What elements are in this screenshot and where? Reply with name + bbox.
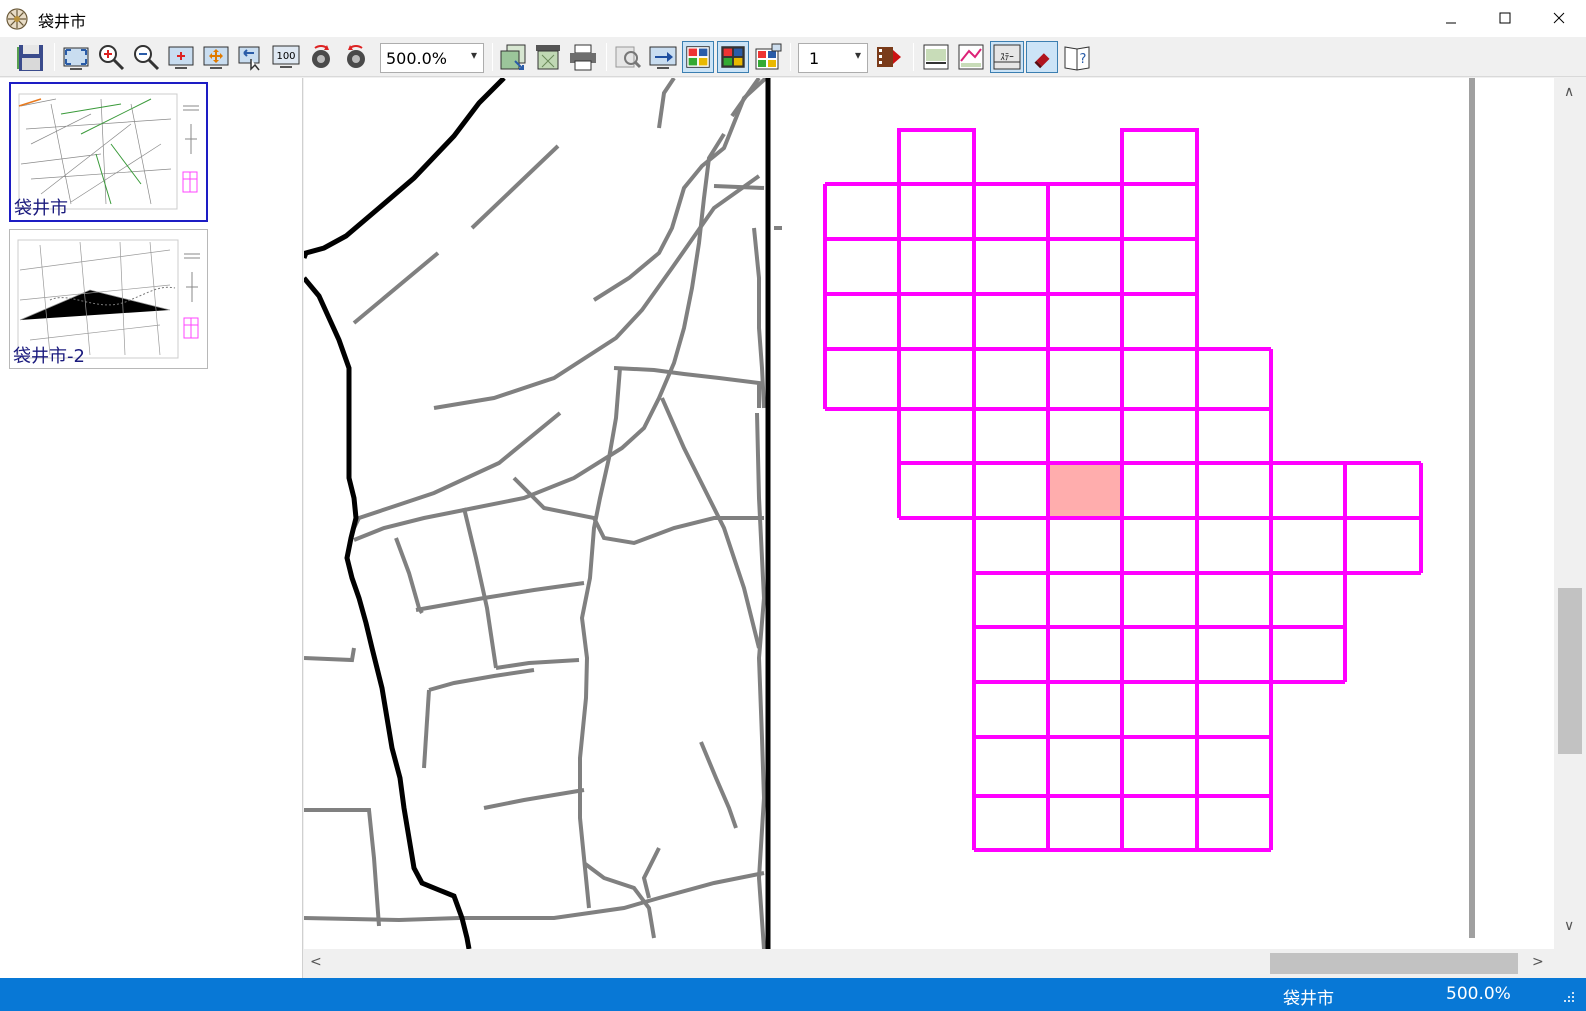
boundary-line xyxy=(304,78,506,949)
scroll-up-arrow[interactable]: ∧ xyxy=(1564,84,1574,100)
print-icon[interactable] xyxy=(567,41,599,73)
road xyxy=(433,174,761,410)
window-title: 袋井市 xyxy=(38,12,87,31)
search-icon[interactable] xyxy=(612,41,644,73)
road xyxy=(428,668,535,692)
sheet-index-grid xyxy=(823,128,1423,852)
map-canvas xyxy=(304,78,1475,949)
layout-3-icon[interactable] xyxy=(752,41,784,73)
app-logo-icon xyxy=(6,8,28,30)
minimize-button[interactable] xyxy=(1424,0,1478,36)
page-combo-value: 1 xyxy=(809,49,820,68)
layout-2-icon[interactable] xyxy=(717,41,749,73)
rotate-left-icon[interactable] xyxy=(305,41,337,73)
road xyxy=(495,658,580,670)
road xyxy=(470,144,560,230)
chevron-down-icon: ▾ xyxy=(470,48,477,62)
road xyxy=(415,581,585,612)
fit-window-icon[interactable] xyxy=(60,41,92,73)
road xyxy=(713,184,765,190)
zoom-out-icon[interactable] xyxy=(130,41,162,73)
thumbnail-2[interactable]: 袋井市-2 xyxy=(9,229,208,369)
thumbnail-1[interactable]: 袋井市 xyxy=(9,82,208,222)
pan-icon[interactable] xyxy=(200,41,232,73)
vertical-scrollbar[interactable]: ∧ ∨ xyxy=(1554,78,1586,949)
page-combo[interactable]: 1 ▾ xyxy=(798,43,868,73)
road xyxy=(462,507,498,669)
scroll-down-arrow[interactable]: ∨ xyxy=(1564,918,1574,934)
status-zoom: 500.0% xyxy=(1446,984,1511,1004)
vertical-scroll-thumb[interactable] xyxy=(1558,588,1582,754)
eraser-icon[interactable] xyxy=(1026,41,1058,73)
zoom-combo-value: 500.0% xyxy=(386,49,448,68)
road xyxy=(394,537,424,615)
copy-icon[interactable] xyxy=(497,41,529,73)
rotate-right-icon[interactable] xyxy=(340,41,372,73)
jump-icon[interactable] xyxy=(647,41,679,73)
close-icon xyxy=(1553,12,1565,24)
close-button[interactable] xyxy=(1532,0,1586,36)
minimize-icon xyxy=(1446,22,1456,24)
zoom-center-icon[interactable] xyxy=(165,41,197,73)
road xyxy=(755,412,767,949)
scroll-corner xyxy=(1554,949,1586,978)
status-map-name: 袋井市 xyxy=(1283,989,1334,1009)
road xyxy=(699,741,738,829)
road xyxy=(641,847,661,899)
zoom-previous-icon[interactable] xyxy=(235,41,267,73)
toolbar: 100 500.0% ▾ 1 ▾ ｽﾃｰ ? xyxy=(0,37,1586,77)
maximize-icon xyxy=(1499,12,1511,24)
status-bar: 袋井市 500.0% xyxy=(0,978,1586,1011)
stamp-button[interactable]: ｽﾃｰ xyxy=(990,41,1024,73)
thumbnail-label: 袋井市 xyxy=(14,198,68,219)
print-preview-icon[interactable] xyxy=(532,41,564,73)
zoom-100-icon[interactable]: 100 xyxy=(270,41,302,73)
layout-1-icon[interactable] xyxy=(682,41,714,73)
maximize-button[interactable] xyxy=(1478,0,1532,36)
road xyxy=(582,861,656,939)
road xyxy=(304,808,381,927)
map-view[interactable] xyxy=(304,78,1554,949)
horizontal-scroll-thumb[interactable] xyxy=(1270,953,1518,974)
svg-text:100: 100 xyxy=(276,51,295,62)
svg-text:ｽﾃｰ: ｽﾃｰ xyxy=(1000,52,1014,63)
play-icon[interactable] xyxy=(873,41,905,73)
road xyxy=(483,788,585,810)
app-window: 袋井市 100 500.0% ▾ 1 ▾ ｽﾃｰ ? 袋井市 袋井市-2 ∧ ∨… xyxy=(0,0,1586,1011)
stamp-icon: ｽﾃｰ xyxy=(993,44,1021,70)
layer-2-icon[interactable] xyxy=(955,41,987,73)
chevron-down-icon: ▾ xyxy=(854,48,861,62)
road xyxy=(352,251,440,325)
road xyxy=(660,397,761,649)
road xyxy=(657,78,676,129)
layer-1-icon[interactable] xyxy=(920,41,952,73)
road xyxy=(422,689,431,769)
save-icon[interactable] xyxy=(14,41,46,73)
road xyxy=(304,647,356,663)
thumbnail-pane: 袋井市 袋井市-2 xyxy=(0,78,303,978)
resize-grip-icon[interactable] xyxy=(1560,988,1576,1004)
road xyxy=(578,367,622,909)
title-bar: 袋井市 xyxy=(0,0,1586,37)
road xyxy=(304,871,765,923)
scroll-left-arrow[interactable]: < xyxy=(310,954,322,970)
zoom-in-icon[interactable] xyxy=(95,41,127,73)
help-icon[interactable]: ? xyxy=(1061,41,1093,73)
svg-text:?: ? xyxy=(1080,52,1087,67)
thumbnail-label: 袋井市-2 xyxy=(13,346,85,367)
zoom-combo[interactable]: 500.0% ▾ xyxy=(380,43,484,73)
scroll-right-arrow[interactable]: > xyxy=(1532,954,1544,970)
selected-sheet-cell[interactable] xyxy=(1049,465,1121,518)
road xyxy=(613,366,761,408)
road xyxy=(353,132,726,542)
horizontal-scrollbar[interactable]: < > xyxy=(304,949,1554,978)
